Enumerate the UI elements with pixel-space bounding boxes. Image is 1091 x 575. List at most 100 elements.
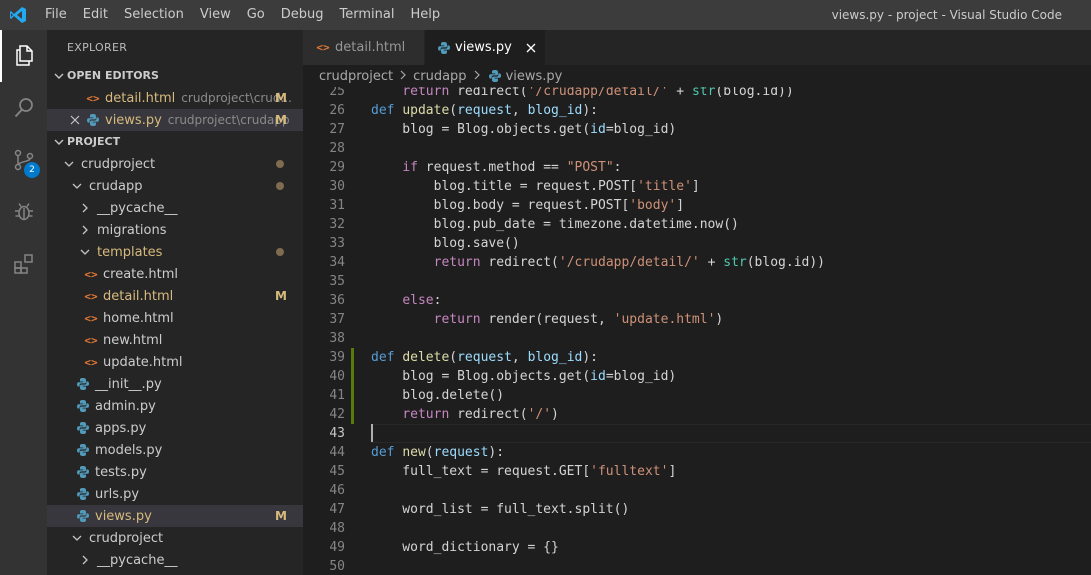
open-editor-item[interactable]: views.py crudproject\crudapp M (47, 109, 303, 131)
project-header[interactable]: PROJECT (47, 131, 303, 153)
tree-item[interactable]: <> create.html (47, 263, 303, 285)
debug-activity[interactable] (0, 186, 47, 238)
tree-item[interactable]: migrations (47, 219, 303, 241)
code-token: return (402, 87, 450, 99)
tree-item[interactable]: __pycache__ (47, 197, 303, 219)
code-token: blog_id (527, 103, 583, 118)
open-editors-header[interactable]: OPEN EDITORS (47, 65, 303, 87)
explorer-activity[interactable] (0, 30, 47, 82)
python-file-icon (75, 464, 91, 480)
code-token: word_list = full_text.split() (371, 502, 630, 517)
line-text: blog.body = request.POST['body'] (371, 196, 684, 215)
tree-item[interactable]: <> new.html (47, 329, 303, 351)
gutter-modified-marker (351, 405, 354, 424)
menu-terminal[interactable]: Terminal (332, 0, 403, 30)
extensions-icon (13, 254, 33, 274)
python-file-icon (487, 68, 503, 84)
tree-item[interactable]: urls.py (47, 483, 303, 505)
code-token: 'body' (629, 198, 677, 213)
tree-item-name: detail.html (103, 288, 174, 304)
code-line: 45 full_text = request.GET['fulltext'] (303, 462, 1091, 481)
chevron-right-icon (473, 69, 481, 84)
tree-item-name: migrations (97, 222, 167, 238)
tree-item[interactable]: crudproject (47, 527, 303, 549)
line-number: 25 (329, 87, 345, 99)
tree-item[interactable]: views.py M (47, 505, 303, 527)
code-token: '/crudapp/detail/' (558, 255, 700, 270)
line-text: blog = Blog.objects.get(id=blog_id) (371, 367, 676, 386)
close-icon[interactable] (67, 112, 83, 128)
menu-go[interactable]: Go (239, 0, 273, 30)
line-text: blog.save() (371, 234, 520, 253)
code-token: request (457, 103, 512, 118)
tree-item-name: update.html (103, 354, 183, 370)
line-text: blog = Blog.objects.get(id=blog_id) (371, 120, 676, 139)
line-number: 38 (329, 331, 345, 346)
explorer-sidebar: EXPLORER OPEN EDITORS <> detail.html crudp… (47, 30, 303, 575)
line-number: 40 (329, 369, 345, 384)
line-text: else: (371, 291, 441, 310)
code-token: ( (449, 103, 458, 118)
search-icon (14, 98, 33, 118)
menu-debug[interactable]: Debug (273, 0, 332, 30)
breadcrumb-item[interactable]: crudapp (413, 69, 466, 84)
tree-item[interactable]: __init__.py (47, 373, 303, 395)
line-text: full_text = request.GET['fulltext'] (371, 462, 676, 481)
menu-edit[interactable]: Edit (75, 0, 116, 30)
code-line: 41 blog.delete() (303, 386, 1091, 405)
code-token: id (590, 122, 606, 137)
tree-item[interactable]: <> update.html (47, 351, 303, 373)
code-line: 29 if request.method == "POST": (303, 158, 1091, 177)
code-line: 34 return redirect('/crudapp/detail/' + … (303, 253, 1091, 272)
tree-item[interactable]: tests.py (47, 461, 303, 483)
menu-help[interactable]: Help (402, 0, 448, 30)
tree-item[interactable]: __pycache__ (47, 549, 303, 571)
code-line: 31 blog.body = request.POST['body'] (303, 196, 1091, 215)
tree-item[interactable]: admin.py (47, 395, 303, 417)
code-line: 49 word_dictionary = {} (303, 538, 1091, 557)
tree-item[interactable]: templates (47, 241, 303, 263)
tab-detail-html[interactable]: <> detail.html (303, 30, 425, 65)
html-file-icon: <> (316, 41, 330, 54)
tree-item-name: create.html (103, 266, 179, 282)
code-editor[interactable]: 25 return redirect('/crudapp/detail/' + … (303, 87, 1091, 575)
tree-item[interactable]: <> home.html (47, 307, 303, 329)
close-icon[interactable] (526, 40, 536, 56)
line-text: word_list = full_text.split() (371, 500, 629, 519)
chevron-down-icon (69, 530, 85, 546)
open-editor-item[interactable]: <> detail.html crudproject\crud... M (47, 87, 303, 109)
tree-item[interactable]: crudproject (47, 153, 303, 175)
menu-file[interactable]: File (37, 0, 75, 30)
breadcrumb-item[interactable]: crudproject (319, 69, 393, 84)
line-text: return redirect('/') (371, 405, 559, 424)
code-token: '/' (527, 407, 552, 422)
code-token: new (402, 445, 426, 460)
breadcrumb-item[interactable]: views.py (506, 69, 563, 84)
html-file-icon: <> (84, 311, 98, 325)
code-token: blog_id (527, 350, 583, 365)
menu-selection[interactable]: Selection (116, 0, 192, 30)
code-token: update (402, 103, 450, 118)
code-token: full_text = request.GET[ (371, 464, 591, 479)
source-control-activity[interactable]: 2 (0, 134, 47, 186)
line-number: 28 (329, 141, 345, 156)
tree-item[interactable]: models.py (47, 439, 303, 461)
tree-item[interactable]: <> detail.html M (47, 285, 303, 307)
code-token: else (402, 293, 434, 308)
line-number: 39 (329, 350, 345, 365)
extensions-activity[interactable] (0, 238, 47, 290)
tree-item[interactable]: crudapp (47, 175, 303, 197)
line-number: 44 (329, 445, 345, 460)
code-line: 30 blog.title = request.POST['title'] (303, 177, 1091, 196)
tab-views-py[interactable]: views.py (425, 30, 546, 65)
search-activity[interactable] (0, 82, 47, 134)
html-file-icon: <> (84, 355, 98, 369)
project-tree: crudproject crudapp __pycache__ migrations t… (47, 153, 303, 571)
code-token: id (590, 369, 606, 384)
python-file-icon (75, 442, 91, 458)
code-token: if (402, 160, 418, 175)
tree-item[interactable]: apps.py (47, 417, 303, 439)
menu-view[interactable]: View (192, 0, 239, 30)
html-file-icon: <> (84, 289, 98, 303)
